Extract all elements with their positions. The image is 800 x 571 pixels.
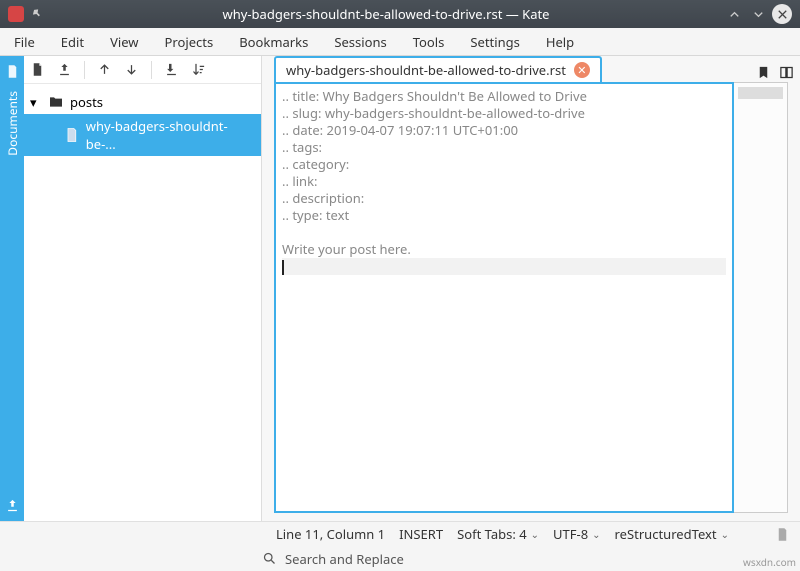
- chevron-down-icon: ▾: [30, 93, 42, 111]
- sort-icon[interactable]: [191, 62, 206, 77]
- text-cursor: [282, 260, 284, 275]
- cursor-position[interactable]: Line 11, Column 1: [276, 525, 385, 543]
- maximize-button[interactable]: [748, 4, 768, 24]
- search-label: Search and Replace: [285, 550, 404, 568]
- tree-file-item[interactable]: why-badgers-shouldnt-be-...: [24, 114, 261, 156]
- window-titlebar: why-badgers-shouldnt-be-allowed-to-drive…: [0, 0, 800, 28]
- download-icon[interactable]: [164, 62, 179, 77]
- edit-mode[interactable]: INSERT: [399, 525, 443, 543]
- editor-zone: why-badgers-shouldnt-be-allowed-to-drive…: [262, 56, 800, 521]
- document-icon: [5, 64, 20, 79]
- tab-bar: why-badgers-shouldnt-be-allowed-to-drive…: [262, 56, 800, 82]
- editor-line: .. link:: [282, 173, 726, 190]
- arrow-up-icon[interactable]: [97, 62, 112, 77]
- file-icon: [64, 127, 80, 143]
- editor-line: .. date: 2019-04-07 19:07:11 UTC+01:00: [282, 122, 726, 139]
- file-tree: ▾ posts why-badgers-shouldnt-be-...: [24, 84, 261, 521]
- minimap[interactable]: [734, 82, 788, 513]
- documents-side-tab[interactable]: Documents: [0, 56, 24, 521]
- tree-folder-label: posts: [70, 93, 103, 111]
- bookmark-icon[interactable]: [756, 65, 771, 80]
- editor-line: .. slug: why-badgers-shouldnt-be-allowed…: [282, 105, 726, 122]
- search-icon: [262, 551, 277, 566]
- documents-toolbar: [24, 56, 261, 84]
- separator: [151, 61, 152, 79]
- watermark: wsxdn.com: [743, 555, 796, 569]
- menu-bar: File Edit View Projects Bookmarks Sessio…: [0, 28, 800, 56]
- split-view-icon[interactable]: [779, 65, 794, 80]
- document-status-icon[interactable]: [775, 527, 790, 542]
- status-bar: Line 11, Column 1 INSERT Soft Tabs: 4⌄ U…: [0, 521, 800, 546]
- menu-file[interactable]: File: [10, 29, 39, 55]
- tab-label: why-badgers-shouldnt-be-allowed-to-drive…: [286, 61, 566, 79]
- editor-line: .. title: Why Badgers Shouldn't Be Allow…: [282, 88, 726, 105]
- menu-sessions[interactable]: Sessions: [330, 29, 390, 55]
- pin-icon[interactable]: [30, 7, 44, 21]
- menu-settings[interactable]: Settings: [466, 29, 523, 55]
- menu-help[interactable]: Help: [542, 29, 578, 55]
- editor-tab[interactable]: why-badgers-shouldnt-be-allowed-to-drive…: [274, 56, 602, 82]
- encoding[interactable]: UTF-8⌄: [553, 525, 601, 543]
- window-title: why-badgers-shouldnt-be-allowed-to-drive…: [52, 5, 720, 23]
- text-editor[interactable]: .. title: Why Badgers Shouldn't Be Allow…: [274, 82, 734, 513]
- tree-folder-posts[interactable]: ▾ posts: [24, 90, 261, 114]
- editor-current-line: [282, 258, 726, 275]
- editor-line: .. type: text: [282, 207, 726, 224]
- documents-side-label: Documents: [4, 91, 21, 156]
- arrow-down-icon[interactable]: [124, 62, 139, 77]
- new-document-icon[interactable]: [30, 62, 45, 77]
- search-bar[interactable]: Search and Replace: [0, 546, 800, 571]
- editor-wrap: .. title: Why Badgers Shouldn't Be Allow…: [274, 82, 788, 513]
- minimize-button[interactable]: [724, 4, 744, 24]
- app-icon: [8, 6, 24, 22]
- syntax-mode[interactable]: reStructuredText⌄: [615, 525, 729, 543]
- menu-projects[interactable]: Projects: [161, 29, 218, 55]
- upload-icon[interactable]: [5, 498, 20, 513]
- close-tab-button[interactable]: ✕: [574, 62, 590, 78]
- editor-line: Write your post here.: [282, 241, 726, 258]
- editor-line: [282, 224, 726, 241]
- menu-tools[interactable]: Tools: [409, 29, 449, 55]
- separator: [84, 61, 85, 79]
- folder-icon: [48, 94, 64, 110]
- menu-edit[interactable]: Edit: [57, 29, 88, 55]
- editor-line: .. description:: [282, 190, 726, 207]
- work-area: Documents ▾ posts why-badgers-shouldnt-b…: [0, 56, 800, 521]
- tab-mode[interactable]: Soft Tabs: 4⌄: [457, 525, 539, 543]
- tree-file-label: why-badgers-shouldnt-be-...: [86, 117, 255, 153]
- editor-line: .. tags:: [282, 139, 726, 156]
- save-icon[interactable]: [57, 62, 72, 77]
- menu-bookmarks[interactable]: Bookmarks: [235, 29, 312, 55]
- documents-panel: ▾ posts why-badgers-shouldnt-be-...: [24, 56, 262, 521]
- close-button[interactable]: [772, 4, 792, 24]
- editor-line: .. category:: [282, 156, 726, 173]
- menu-view[interactable]: View: [106, 29, 142, 55]
